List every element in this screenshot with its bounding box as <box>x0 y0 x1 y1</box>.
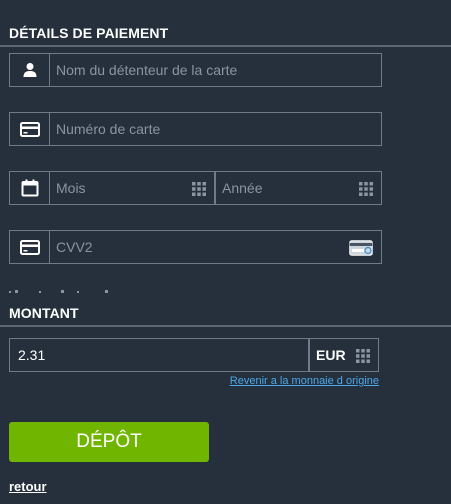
credit-card-icon <box>19 239 40 255</box>
back-link[interactable]: retour <box>9 479 47 494</box>
expiry-month-placeholder: Mois <box>56 180 86 196</box>
cardholder-name-input[interactable]: Nom du détenteur de la carte <box>49 53 382 87</box>
amount-title: MONTANT <box>9 305 79 321</box>
section-divider <box>0 325 451 327</box>
card-number-input[interactable]: Numéro de carte <box>49 112 382 146</box>
deposit-button[interactable]: DÉPÔT <box>9 422 209 462</box>
expiry-year-select[interactable]: Année <box>215 171 382 205</box>
grid-icon[interactable] <box>359 182 373 196</box>
amount-input[interactable]: 2.31 <box>9 338 309 372</box>
cardholder-icon-cell <box>9 53 49 87</box>
card-number-icon-cell <box>9 112 49 146</box>
expiry-icon-cell <box>9 171 49 205</box>
card-back-icon <box>349 240 373 256</box>
cvv-placeholder: CVV2 <box>56 239 93 255</box>
cardholder-name-placeholder: Nom du détenteur de la carte <box>56 62 238 78</box>
amount-value: 2.31 <box>18 347 46 363</box>
currency-value: EUR <box>316 347 346 363</box>
payment-details-title: DÉTAILS DE PAIEMENT <box>9 25 169 41</box>
cvv-icon-cell <box>9 230 49 264</box>
grid-icon[interactable] <box>356 349 370 363</box>
currency-select[interactable]: EUR <box>309 338 379 372</box>
revert-currency-link[interactable]: Revenir a la monnaie d origine <box>230 375 379 387</box>
credit-card-icon <box>19 121 40 137</box>
grid-icon[interactable] <box>192 182 206 196</box>
user-icon <box>23 63 36 77</box>
expiry-year-placeholder: Année <box>222 180 263 196</box>
section-divider <box>0 45 451 47</box>
card-number-placeholder: Numéro de carte <box>56 121 161 137</box>
calendar-icon <box>21 179 38 197</box>
clipped-text-fragment <box>9 290 108 293</box>
expiry-month-select[interactable]: Mois <box>49 171 215 205</box>
cvv-input[interactable]: CVV2 <box>49 230 382 264</box>
